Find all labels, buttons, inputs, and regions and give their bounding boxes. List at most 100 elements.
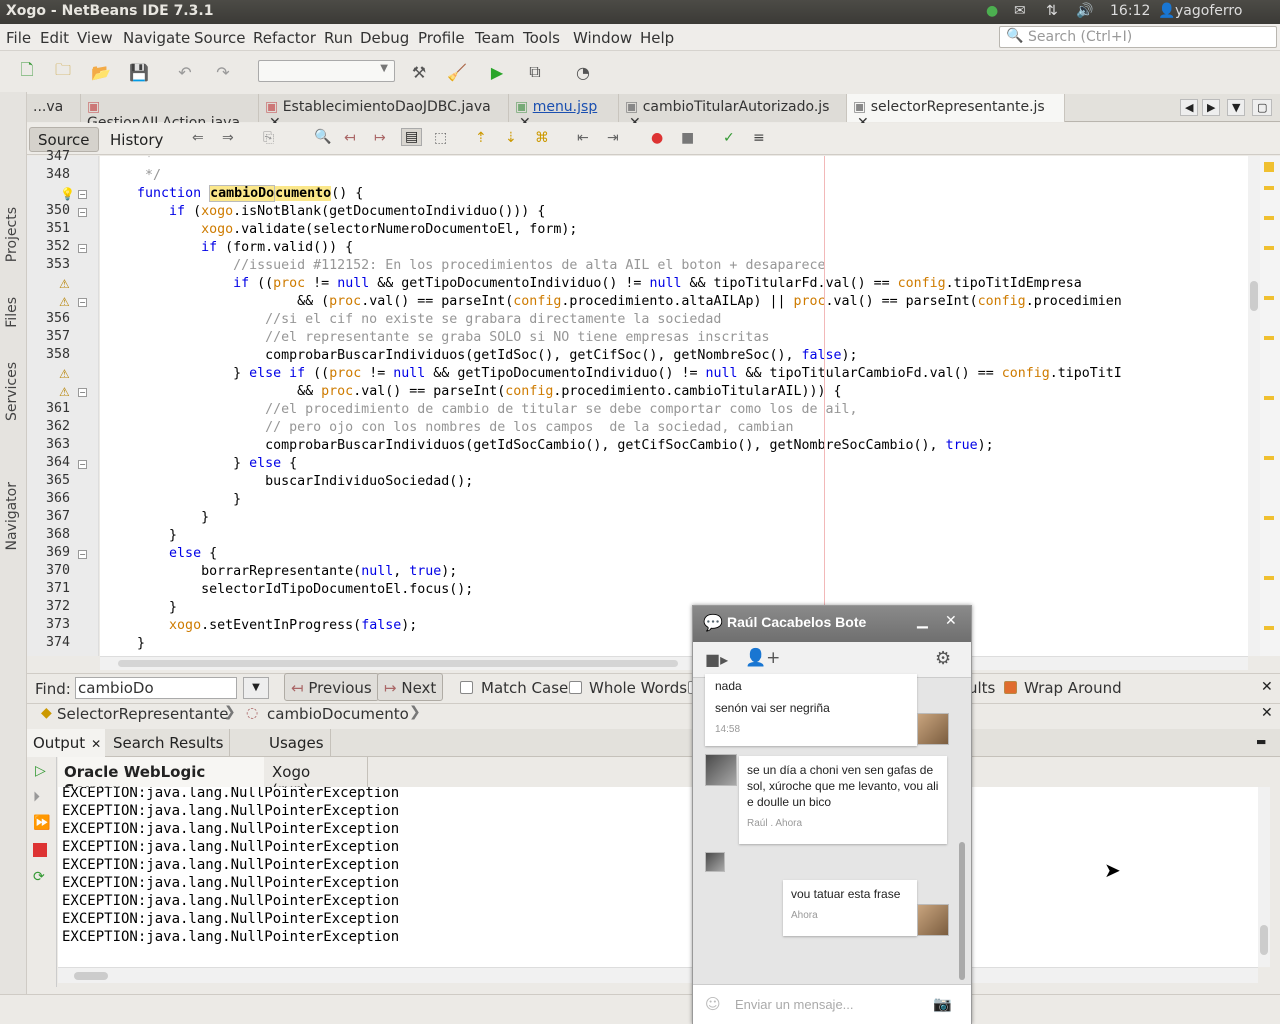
code-line[interactable]: selectorIdTipoDocumentoEl.focus(); <box>105 581 473 599</box>
menu-team[interactable]: Team <box>475 29 515 47</box>
scroll-thumb[interactable] <box>74 972 108 980</box>
scroll-thumb[interactable] <box>1250 281 1258 311</box>
network-icon[interactable]: ⇅ <box>1046 3 1058 19</box>
menu-edit[interactable]: Edit <box>40 29 69 47</box>
code-line[interactable]: } <box>105 599 177 617</box>
warning-marker[interactable] <box>1264 186 1274 190</box>
configuration-combo[interactable]: ▼ <box>258 60 395 82</box>
warning-marker[interactable] <box>1264 162 1274 172</box>
stop-macro-icon[interactable]: ■ <box>681 130 694 146</box>
scroll-right-icon[interactable]: ▶ <box>1202 99 1221 116</box>
menu-source[interactable]: Source <box>194 29 246 47</box>
fold-toggle-icon[interactable]: − <box>78 208 87 217</box>
output-horizontal-scrollbar[interactable] <box>58 967 1258 983</box>
volume-icon[interactable]: 🔊 <box>1076 3 1093 19</box>
code-line[interactable]: xogo.validate(selectorNumeroDocumentoEl,… <box>105 221 577 239</box>
search-input[interactable]: 🔍 Search (Ctrl+I) <box>999 26 1277 48</box>
warning-marker[interactable] <box>1264 216 1274 220</box>
warning-marker[interactable] <box>1264 576 1274 580</box>
shift-left-icon[interactable]: ⇤ <box>577 130 589 146</box>
tab-truncated[interactable]: ...va <box>27 94 81 122</box>
match-case-checkbox[interactable] <box>460 681 473 694</box>
warning-icon[interactable]: ⚠ <box>59 385 70 399</box>
menu-refactor[interactable]: Refactor <box>253 29 316 47</box>
code-line[interactable]: if ((proc != null && getTipoDocumentoInd… <box>105 275 1082 293</box>
find-input[interactable]: cambioDo <box>75 677 237 699</box>
menu-help[interactable]: Help <box>640 29 674 47</box>
chat-header[interactable]: 💬 Raúl Cacabelos Bote ▁ ✕ <box>693 606 971 642</box>
error-stripe[interactable] <box>1260 156 1280 656</box>
scroll-thumb[interactable] <box>118 660 678 667</box>
menu-file[interactable]: File <box>6 29 31 47</box>
code-line[interactable]: } <box>105 527 177 545</box>
code-line[interactable]: buscarIndividuoSociedad(); <box>105 473 473 491</box>
minimize-panel-icon[interactable]: ▬ <box>1256 735 1266 748</box>
toggle-bookmark-icon[interactable]: ⌘ <box>535 130 549 146</box>
tab-search-results[interactable]: Search Results <box>107 729 231 757</box>
maximize-icon[interactable]: ▢ <box>1252 99 1273 116</box>
warning-icon[interactable]: ⚠ <box>59 277 70 291</box>
scroll-thumb[interactable] <box>1260 925 1268 955</box>
tab-menu-jsp[interactable]: ▣ menu.jsp ✕ <box>509 94 619 131</box>
warning-icon[interactable]: ⚠ <box>59 295 70 309</box>
clean-build-icon[interactable]: 🧹 <box>444 60 470 84</box>
forward-icon[interactable]: ⇒ <box>222 130 234 146</box>
menu-view[interactable]: View <box>77 29 113 47</box>
code-line[interactable]: xogo.setEventInProgress(false); <box>105 617 417 635</box>
shift-right-icon[interactable]: ⇥ <box>607 130 619 146</box>
user-name[interactable]: yagoferro <box>1175 3 1242 19</box>
fold-toggle-icon[interactable]: − <box>78 244 87 253</box>
rerun-with-args-icon[interactable]: ⏵ <box>33 789 40 805</box>
scroll-left-icon[interactable]: ◀ <box>1180 99 1199 116</box>
code-line[interactable]: } <box>105 635 145 653</box>
rerun-icon[interactable]: ▷ <box>35 763 46 779</box>
warning-marker[interactable] <box>1264 396 1274 400</box>
tab-selectorrepresentante[interactable]: ▣ selectorRepresentante.js ✕ <box>847 94 1065 131</box>
code-line[interactable]: } else if ((proc != null && getTipoDocum… <box>105 365 1122 383</box>
code-line[interactable]: comprobarBuscarIndividuos(getIdSoc(), ge… <box>105 347 857 365</box>
find-icon[interactable]: 🔍 <box>314 129 331 145</box>
highlight-toggle-icon[interactable]: ▤ <box>401 128 423 146</box>
record-macro-icon[interactable]: ● <box>651 130 663 146</box>
debug-icon[interactable]: ⧉ <box>522 60 548 84</box>
code-line[interactable]: else { <box>105 545 217 563</box>
close-icon[interactable]: ✕ <box>91 737 101 751</box>
minimize-icon[interactable]: ▁ <box>917 613 928 629</box>
menu-window[interactable]: Window <box>573 29 632 47</box>
editor-horizontal-scrollbar[interactable] <box>100 656 1248 670</box>
warning-marker[interactable] <box>1264 456 1274 460</box>
add-person-icon[interactable]: 👤+ <box>745 648 780 668</box>
code-line[interactable]: //el representante se graba SOLO si NO t… <box>105 329 769 347</box>
run-icon[interactable]: ▶ <box>484 60 510 84</box>
wrap-around-checkbox[interactable] <box>1004 681 1017 694</box>
tab-projects[interactable]: Projects <box>4 207 20 262</box>
fold-toggle-icon[interactable]: − <box>78 460 87 469</box>
find-history-dropdown[interactable]: ▼ <box>243 677 269 699</box>
fold-toggle-icon[interactable]: − <box>78 550 87 559</box>
code-line[interactable]: function cambioDocumento() { <box>105 185 363 203</box>
code-line[interactable]: //el procedimiento de cambio de titular … <box>105 401 857 419</box>
menu-profile[interactable]: Profile <box>418 29 465 47</box>
hint-bulb-icon[interactable]: 💡 <box>60 187 75 201</box>
chat-scroll-thumb[interactable] <box>959 842 965 980</box>
fold-toggle-icon[interactable]: − <box>78 388 87 397</box>
breadcrumb-class[interactable]: SelectorRepresentante <box>57 705 228 723</box>
save-all-icon[interactable]: 💾 <box>126 60 152 84</box>
next-button[interactable]: ↦ Next <box>377 673 444 701</box>
editor-vertical-scrollbar[interactable] <box>1248 156 1260 656</box>
menu-navigate[interactable]: Navigate <box>123 29 190 47</box>
tab-files[interactable]: Files <box>4 297 20 328</box>
tab-gestionailaction[interactable]: ▣ GestionAILAction.java <box>81 94 259 131</box>
code-line[interactable]: } <box>105 491 241 509</box>
history-button[interactable]: History <box>101 127 172 152</box>
next-bookmark-icon[interactable]: ⇣ <box>505 130 517 146</box>
tab-cambiotitularautorizado[interactable]: ▣ cambioTitularAutorizado.js ✕ <box>619 94 847 131</box>
tab-navigator[interactable]: Navigator <box>4 482 20 551</box>
menu-tools[interactable]: Tools <box>523 29 560 47</box>
video-call-icon[interactable]: ■▸ <box>705 650 728 669</box>
code-line[interactable]: if (xogo.isNotBlank(getDocumentoIndividu… <box>105 203 545 221</box>
code-line[interactable]: borrarRepresentante(null, true); <box>105 563 457 581</box>
tab-establecimientodao[interactable]: ▣ EstablecimientoDaoJDBC.java ✕ <box>259 94 509 131</box>
build-icon[interactable]: ⚒ <box>406 60 432 84</box>
warning-marker[interactable] <box>1264 296 1274 300</box>
